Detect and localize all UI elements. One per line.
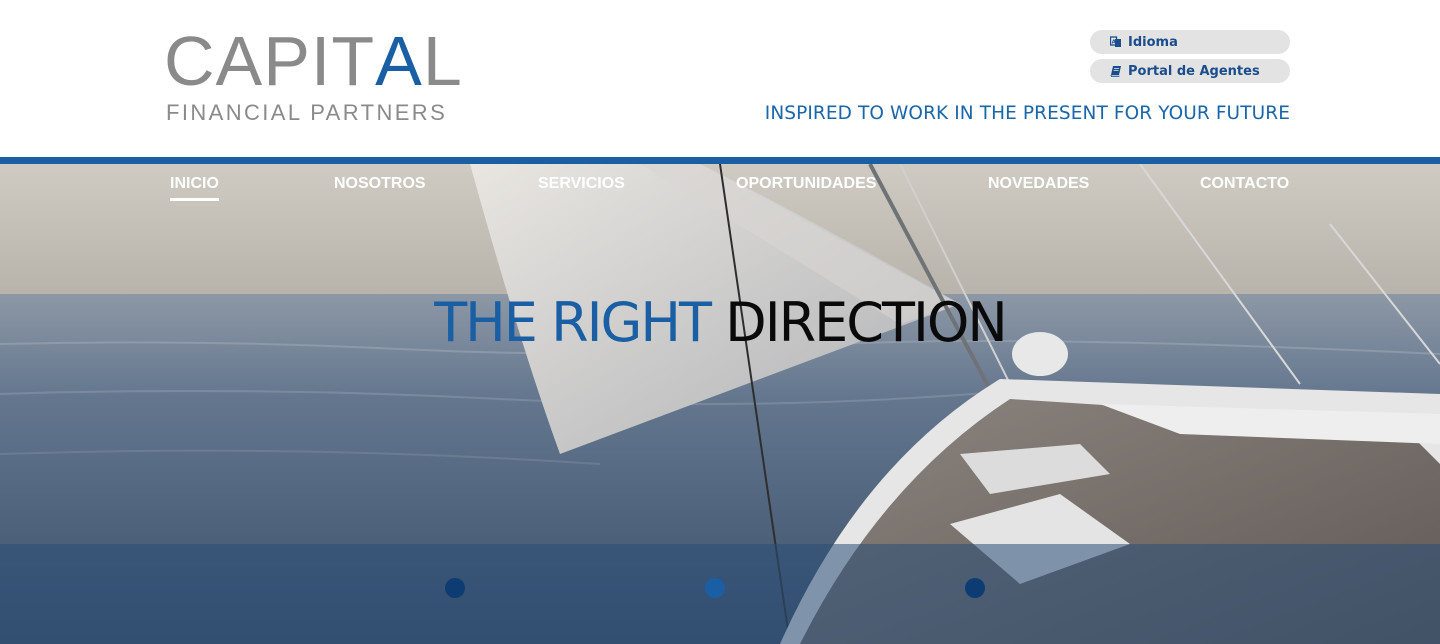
logo-text-start: CAPIT xyxy=(164,22,376,100)
header-divider-bar xyxy=(0,157,1440,164)
portal-agentes-button[interactable]: Portal de Agentes xyxy=(1090,59,1290,83)
nav-item-novedades[interactable]: NOVEDADES xyxy=(988,175,1089,193)
nav-item-contacto[interactable]: CONTACTO xyxy=(1200,175,1289,193)
logo-subtitle: FINANCIAL PARTNERS xyxy=(166,100,448,125)
slider-dot-2[interactable] xyxy=(705,578,725,598)
capital-logo[interactable]: CAPIT A L FINANCIAL PARTNERS xyxy=(164,26,462,126)
main-navigation: INICIO NOSOTROS SERVICIOS OPORTUNIDADES … xyxy=(0,164,1440,204)
nav-item-oportunidades[interactable]: OPORTUNIDADES xyxy=(736,175,876,193)
site-header: CAPIT A L FINANCIAL PARTNERS A Idioma Port… xyxy=(0,0,1440,157)
headline-part-2: DIRECTION xyxy=(725,291,1008,354)
hero-headline: THE RIGHT DIRECTION xyxy=(0,288,1440,358)
logo-wordmark: CAPIT A L xyxy=(164,22,463,100)
portal-agentes-label: Portal de Agentes xyxy=(1128,63,1260,79)
idioma-label: Idioma xyxy=(1128,34,1178,50)
slider-dot-3[interactable] xyxy=(965,578,985,598)
tagline: INSPIRED TO WORK IN THE PRESENT FOR YOUR… xyxy=(764,103,1290,124)
nav-item-nosotros[interactable]: NOSOTROS xyxy=(334,175,426,193)
logo-text-end: L xyxy=(422,22,463,100)
nav-item-inicio[interactable]: INICIO xyxy=(170,175,219,201)
svg-text:A: A xyxy=(1112,39,1117,45)
headline-part-1: THE RIGHT xyxy=(434,291,712,354)
slider-dot-1[interactable] xyxy=(445,578,465,598)
language-icon: A xyxy=(1110,36,1122,48)
logo-text-accent: A xyxy=(375,22,423,100)
nav-item-servicios[interactable]: SERVICIOS xyxy=(538,175,625,193)
idioma-button[interactable]: A Idioma xyxy=(1090,30,1290,54)
book-icon xyxy=(1110,65,1122,77)
